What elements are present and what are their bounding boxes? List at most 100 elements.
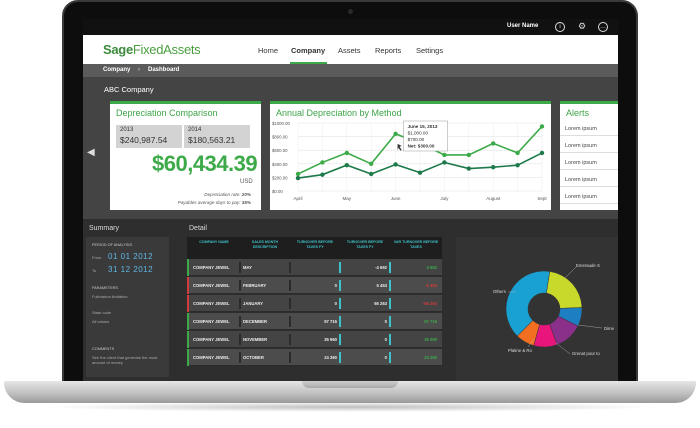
row-status-flag [187,259,189,276]
pie-leader-line [577,324,603,329]
to-date[interactable]: 31 12 2012 [108,265,153,274]
pie-label: Emeraude S [576,263,600,268]
column-divider [239,352,241,363]
depreciation-comparison-card: Depreciation Comparison 2013 $240,987.54… [110,101,261,210]
y-tick-label: $0.00 [272,189,283,194]
y-tick-label: $600.00 [272,148,288,153]
tooltip-text: June 15, 2013 [408,124,438,129]
column-divider [239,280,241,291]
column-divider [339,352,341,363]
user-name[interactable]: User Name [507,23,538,29]
y-tick-label: $200.00 [272,175,288,180]
alert-item[interactable]: Lorem ipsum [560,190,618,204]
table-cell: COMPANY JEWEL [193,265,230,270]
table-cell: 0 [384,355,387,360]
pie-panel: Emeraude S Others Dime Platine & Ro Gren… [456,237,618,381]
param-state-code: State code [92,310,112,315]
year-label: 2014 [188,127,202,133]
table-cell: 24 360 [324,355,337,360]
column-header[interactable]: VAR Turnover before taxes [391,240,441,249]
column-divider [339,316,341,327]
nav-assets[interactable]: Assets [338,46,361,55]
year-label: 2013 [120,127,134,133]
table-cell: COMPANY JEWEL [193,283,230,288]
company-name: ABC Company [104,85,154,94]
table-row[interactable]: COMPANY JEWEL MAY -4 692 4 692 [187,259,442,276]
column-header[interactable]: Turnover before taxes FY [341,240,389,249]
pie-label: Dime [604,326,615,331]
laptop-notch [302,381,398,388]
x-tick-label: May [343,196,352,201]
table-row[interactable]: COMPANY JEWEL OCTOBER 24 360 0 24 360 [187,349,442,366]
column-divider [289,352,291,363]
table-cell: 5 453 [376,283,387,288]
alert-item[interactable]: Lorem ipsum [560,139,618,153]
x-tick-label: April [293,196,302,201]
pie-slice [546,271,583,309]
breadcrumb-company[interactable]: Company [103,67,130,73]
cursor-icon [397,143,402,151]
info-icon[interactable]: i [555,22,565,32]
data-point [442,152,447,158]
table-row[interactable]: COMPANY JEWEL FEBRUARY 0 5 453 -5 453 [187,277,442,294]
year-value: $180,563.21 [188,135,236,145]
column-divider [239,334,241,345]
data-point [393,162,398,167]
year-box: 2013 $240,987.54 [116,125,182,148]
table-cell: FEBRUARY [243,283,267,288]
data-point [466,166,471,171]
x-tick-label: July [440,196,449,201]
column-divider [289,298,291,309]
alerts-card: Alerts Lorem ipsum Lorem ipsum Lorem ips… [560,101,618,210]
alert-item[interactable]: Lorem ipsum [560,156,618,170]
from-date[interactable]: 01 01 2012 [108,252,153,261]
column-divider [389,298,391,309]
data-point [539,150,545,156]
y-tick-label: $800.00 [272,135,288,140]
breadcrumb-dashboard: Dashboard [148,67,180,73]
table-cell: 97 716 [424,319,437,324]
x-tick-label: Sept [537,196,547,201]
data-point [466,152,471,158]
row-status-flag [187,313,189,330]
table-cell: -65 263 [422,301,437,306]
data-point [344,162,349,168]
logo: SageFixedAssets [103,42,201,57]
column-header[interactable]: Company name [189,240,239,245]
nav-reports[interactable]: Reports [375,46,401,55]
alert-item[interactable]: Lorem ipsum [560,122,618,136]
main-nav: SageFixedAssets Home Company Assets Repo… [83,35,618,64]
data-point [491,141,496,146]
x-tick-label: August [486,196,501,201]
cards-band: ◀ ▶ Depreciation Comparison 2013 $240,98… [83,95,618,219]
column-header[interactable]: Sales month description [241,240,289,249]
carousel-prev-icon[interactable]: ◀ [87,147,95,158]
table-cell: COMPANY JEWEL [193,355,230,360]
table-row[interactable]: COMPANY JEWEL JANUARY 0 65 263 -65 263 [187,295,442,312]
table-cell: JANUARY [243,301,264,306]
nav-settings[interactable]: Settings [416,46,443,55]
table-cell: COMPANY JEWEL [193,301,230,306]
table-cell: COMPANY JEWEL [193,319,230,324]
column-header[interactable]: Turnover before taxes FY [291,240,339,249]
param-fullmarina: Fullmarina limitation [92,294,128,299]
row-status-flag [187,277,189,294]
chat-icon[interactable]: … [598,22,608,32]
column-divider [389,352,391,363]
gear-icon[interactable]: ⚙ [577,22,587,32]
parameters-label: Parameters [92,286,118,290]
table-row[interactable]: COMPANY JEWEL DECEMBER 97 716 0 97 716 [187,313,442,330]
nav-company[interactable]: Company [291,46,325,55]
column-divider [389,334,391,345]
data-point [344,150,349,156]
y-tick-label: $400.00 [272,162,288,167]
pie-leader-line [555,342,571,355]
table-body: COMPANY JEWEL MAY -4 692 4 692 COMPANY JEWEL… [187,259,442,379]
table-cell: NOVEMBER [243,337,268,342]
param-state-value[interactable]: All values [92,319,109,324]
row-status-flag [187,349,189,366]
alert-item[interactable]: Lorem ipsum [560,173,618,187]
table-row[interactable]: COMPANY JEWEL NOVEMBER 35 960 0 35 960 [187,331,442,348]
nav-home[interactable]: Home [258,46,278,55]
pie-label: Others [493,289,506,294]
